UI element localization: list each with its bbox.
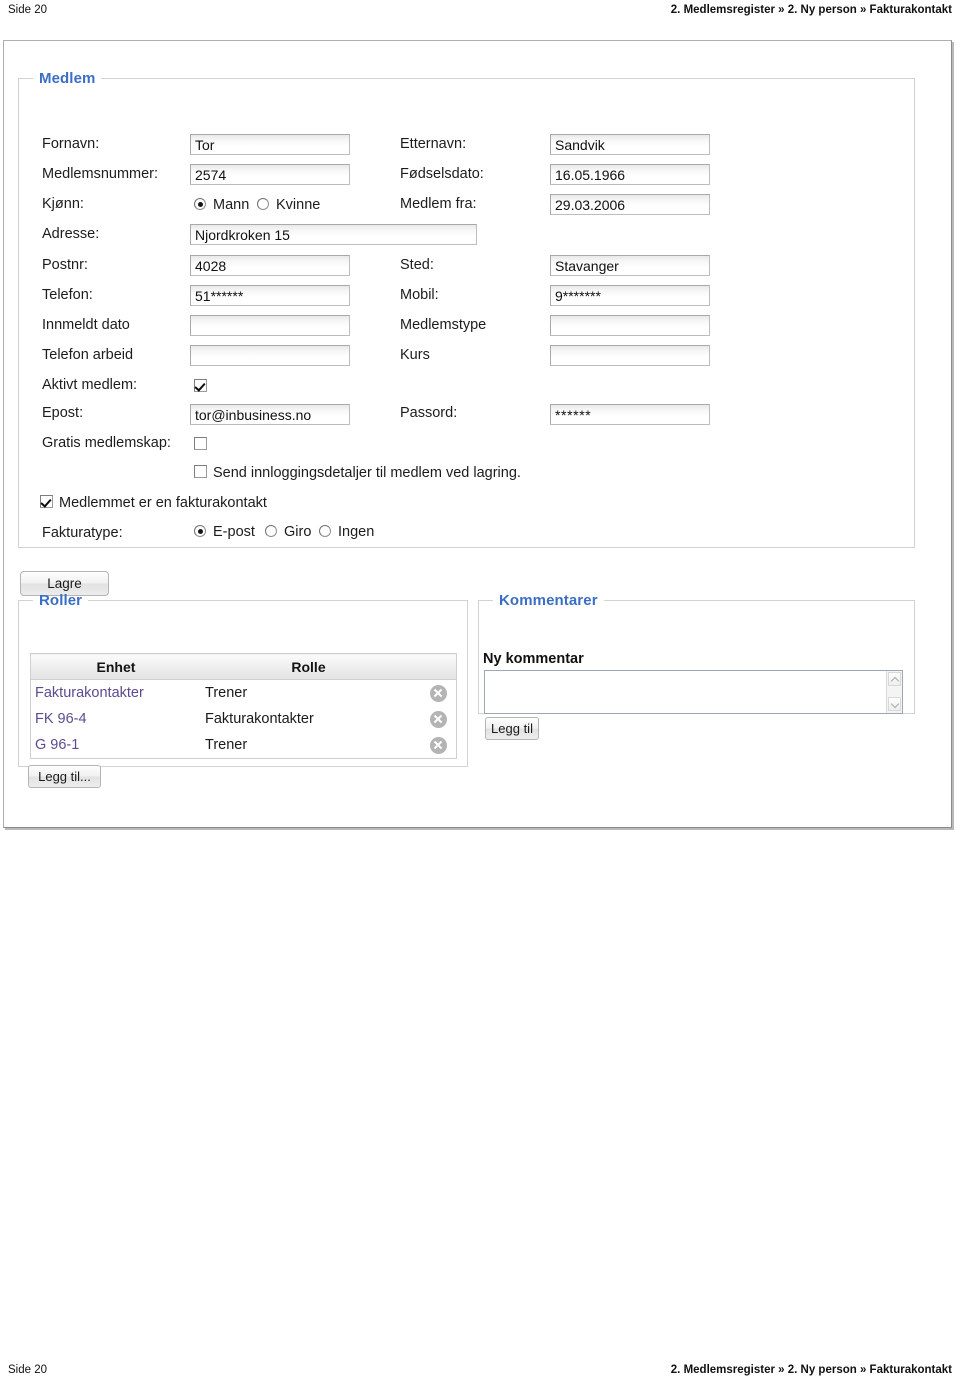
kjonn-radio-kvinne[interactable] bbox=[257, 198, 269, 210]
kommentar-scrollbar[interactable] bbox=[886, 671, 902, 713]
column-header-delete bbox=[416, 653, 457, 680]
send-innlogging-checkbox[interactable] bbox=[194, 465, 207, 478]
telefon-input[interactable] bbox=[190, 285, 350, 306]
cell-delete bbox=[416, 732, 457, 759]
cell-enhet: G 96-1 bbox=[31, 732, 202, 759]
label-telefon: Telefon: bbox=[42, 287, 93, 303]
label-gratis-medlemskap: Gratis medlemskap: bbox=[42, 435, 171, 451]
adresse-input[interactable] bbox=[190, 224, 477, 245]
roller-add-button[interactable]: Legg til... bbox=[28, 765, 101, 788]
er-fakturakontakt-checkbox[interactable] bbox=[40, 495, 53, 508]
label-mobil: Mobil: bbox=[400, 287, 439, 303]
postnr-input[interactable] bbox=[190, 255, 350, 276]
kurs-input[interactable] bbox=[550, 345, 710, 366]
page-number-bottom: Side 20 bbox=[8, 1364, 48, 1376]
table-row: FK 96-4 Fakturakontakter bbox=[31, 706, 457, 732]
enhet-link[interactable]: G 96-1 bbox=[35, 737, 79, 753]
screenshot-frame: Medlem Fornavn: Etternavn: Medlemsnummer… bbox=[3, 40, 952, 828]
label-medlemstype: Medlemstype bbox=[400, 317, 487, 333]
innmeldt-dato-input[interactable] bbox=[190, 315, 350, 336]
page-number-top: Side 20 bbox=[8, 4, 48, 16]
cell-enhet: Fakturakontakter bbox=[31, 680, 202, 707]
send-innlogging-label: Send innloggingsdetaljer til medlem ved … bbox=[213, 465, 521, 481]
fakturatype-radio-giro[interactable] bbox=[265, 525, 277, 537]
table-row: Fakturakontakter Trener bbox=[31, 680, 457, 707]
label-kjonn: Kjønn: bbox=[42, 196, 84, 212]
kommentar-textarea-wrapper bbox=[484, 670, 903, 714]
fornavn-input[interactable] bbox=[190, 134, 350, 155]
column-header-enhet[interactable]: Enhet bbox=[30, 653, 201, 680]
medlemsnummer-input[interactable] bbox=[190, 164, 350, 185]
telefon-arbeid-input[interactable] bbox=[190, 345, 350, 366]
passord-input[interactable] bbox=[550, 404, 710, 425]
kommentar-add-button[interactable]: Legg til bbox=[485, 717, 539, 740]
label-passord: Passord: bbox=[400, 405, 458, 421]
er-fakturakontakt-label: Medlemmet er en fakturakontakt bbox=[59, 495, 267, 511]
label-fornavn: Fornavn: bbox=[42, 136, 100, 152]
fakturatype-radio-ingen[interactable] bbox=[319, 525, 331, 537]
fakturatype-radio-giro-label: Giro bbox=[284, 524, 312, 540]
label-telefon-arbeid: Telefon arbeid bbox=[42, 347, 134, 363]
fakturatype-radio-epost-label: E-post bbox=[213, 524, 255, 540]
label-etternavn: Etternavn: bbox=[400, 136, 467, 152]
label-fodselsdato: Fødselsdato: bbox=[400, 166, 484, 182]
page-footer: Side 20 2. Medlemsregister » 2. Ny perso… bbox=[0, 1364, 960, 1378]
label-innmeldt-dato: Innmeldt dato bbox=[42, 317, 130, 333]
cell-delete bbox=[416, 706, 457, 732]
scroll-up-icon[interactable] bbox=[888, 672, 901, 686]
epost-input[interactable] bbox=[190, 404, 350, 425]
enhet-link[interactable]: Fakturakontakter bbox=[35, 685, 144, 701]
medlemstype-input[interactable] bbox=[550, 315, 710, 336]
label-adresse: Adresse: bbox=[42, 226, 100, 242]
fakturatype-radio-ingen-label: Ingen bbox=[338, 524, 375, 540]
kommentarer-legend: Kommentarer bbox=[499, 592, 598, 609]
cell-enhet: FK 96-4 bbox=[31, 706, 202, 732]
fakturatype-radio-epost[interactable] bbox=[194, 525, 206, 537]
roller-table: Enhet Rolle Fakturakontakter Trener FK 9… bbox=[30, 653, 457, 759]
aktivt-medlem-checkbox[interactable] bbox=[194, 379, 207, 392]
fodselsdato-input[interactable] bbox=[550, 164, 710, 185]
medlem-fra-input[interactable] bbox=[550, 194, 710, 215]
kjonn-radio-mann[interactable] bbox=[194, 198, 206, 210]
delete-icon[interactable] bbox=[429, 684, 447, 702]
label-medlem-fra: Medlem fra: bbox=[400, 196, 477, 212]
label-aktivt-medlem: Aktivt medlem: bbox=[42, 377, 138, 393]
label-epost: Epost: bbox=[42, 405, 84, 421]
cell-rolle: Trener bbox=[205, 685, 248, 701]
label-kurs: Kurs bbox=[400, 347, 430, 363]
delete-icon[interactable] bbox=[429, 710, 447, 728]
medlem-legend: Medlem bbox=[39, 70, 96, 87]
kommentar-textarea[interactable] bbox=[485, 671, 887, 713]
roller-legend: Roller bbox=[39, 592, 83, 609]
page-header: Side 20 2. Medlemsregister » 2. Ny perso… bbox=[0, 4, 960, 18]
breadcrumb-top: 2. Medlemsregister » 2. Ny person » Fakt… bbox=[670, 4, 952, 16]
gratis-medlemskap-checkbox[interactable] bbox=[194, 437, 207, 450]
delete-icon[interactable] bbox=[429, 736, 447, 754]
column-header-rolle[interactable]: Rolle bbox=[201, 653, 416, 680]
table-header-row: Enhet Rolle bbox=[30, 653, 457, 680]
scroll-down-icon[interactable] bbox=[888, 697, 901, 711]
cell-rolle: Trener bbox=[205, 737, 248, 753]
label-medlemsnummer: Medlemsnummer: bbox=[42, 166, 159, 182]
kjonn-radio-kvinne-label: Kvinne bbox=[276, 197, 321, 213]
ny-kommentar-label: Ny kommentar bbox=[483, 651, 584, 667]
mobil-input[interactable] bbox=[550, 285, 710, 306]
cell-delete bbox=[416, 680, 457, 707]
label-fakturatype: Fakturatype: bbox=[42, 525, 123, 541]
table-row: G 96-1 Trener bbox=[31, 732, 457, 759]
etternavn-input[interactable] bbox=[550, 134, 710, 155]
cell-rolle: Fakturakontakter bbox=[205, 711, 314, 727]
kjonn-radio-mann-label: Mann bbox=[213, 197, 250, 213]
breadcrumb-bottom: 2. Medlemsregister » 2. Ny person » Fakt… bbox=[670, 1364, 952, 1376]
enhet-link[interactable]: FK 96-4 bbox=[35, 711, 87, 727]
sted-input[interactable] bbox=[550, 255, 710, 276]
label-postnr: Postnr: bbox=[42, 257, 88, 273]
label-sted: Sted: bbox=[400, 257, 434, 273]
